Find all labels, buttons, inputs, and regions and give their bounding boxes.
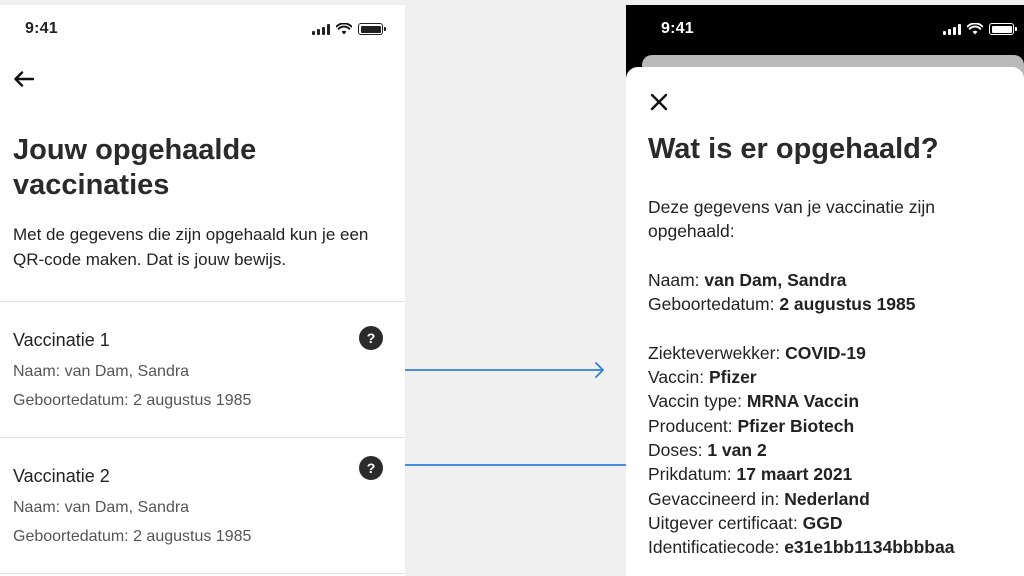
status-time: 9:41 [661, 20, 694, 37]
connector-arrow-icon [405, 362, 604, 378]
vaccinations-screen: 9:41 Jouw opgehaalde vaccinaties Met de … [0, 5, 405, 576]
wifi-icon [967, 23, 983, 35]
vaccination-birthdate: Geboortedatum: 2 augustus 1985 [13, 392, 252, 409]
help-icon[interactable]: ? [359, 326, 383, 350]
detail-doses: Doses: 1 van 2 [648, 439, 767, 460]
close-button[interactable] [646, 89, 672, 115]
detail-vaccine: Vaccin: Pfizer [648, 367, 757, 388]
vaccination-details: Deze gegevens van je vaccinatie zijn opg… [648, 195, 1018, 559]
vaccination-title: Vaccinatie 2 [13, 466, 110, 486]
battery-icon [358, 23, 386, 35]
status-bar: 9:41 [626, 5, 1024, 53]
status-icons [312, 23, 386, 35]
connector-line [405, 464, 626, 466]
status-icons [943, 23, 1017, 35]
vaccination-item-2[interactable]: Vaccinatie 2 Naam: van Dam, Sandra Geboo… [0, 438, 405, 573]
back-button[interactable] [12, 67, 36, 91]
vaccination-name: Naam: van Dam, Sandra [13, 363, 190, 380]
detail-vaccine-type: Vaccin type: MRNA Vaccin [648, 391, 860, 412]
back-arrow-icon [14, 71, 34, 87]
detail-country: Gevaccineerd in: Nederland [648, 488, 870, 509]
vaccination-title: Vaccinatie 1 [13, 330, 110, 350]
signal-icon [312, 23, 330, 35]
detail-id-code: Identificatiecode: e31e1bb1134bbbbaa [648, 537, 955, 558]
close-icon [650, 93, 668, 111]
vaccination-birthdate: Geboortedatum: 2 augustus 1985 [13, 528, 252, 545]
divider [0, 573, 405, 574]
details-screen: 9:41 Wat is er opgehaald? Deze gegevens … [626, 5, 1024, 576]
wifi-icon [336, 23, 352, 35]
details-intro: opgehaald: [648, 221, 735, 242]
vaccination-item-1[interactable]: Vaccinatie 1 Naam: van Dam, Sandra Geboo… [0, 302, 405, 437]
battery-icon [989, 23, 1017, 35]
status-bar: 9:41 [0, 5, 405, 53]
status-time: 9:41 [25, 20, 58, 37]
detail-issuer: Uitgever certificaat: GGD [648, 512, 843, 533]
page-title: Jouw opgehaalde vaccinaties [13, 134, 257, 201]
intro-text: Met de gegevens die zijn opgehaald kun j… [13, 225, 369, 269]
detail-name: Naam: van Dam, Sandra [648, 269, 847, 290]
details-intro: Deze gegevens van je vaccinatie zijn [648, 197, 935, 217]
detail-birthdate: Geboortedatum: 2 augustus 1985 [648, 294, 916, 315]
help-icon[interactable]: ? [359, 456, 383, 480]
sheet-title: Wat is er opgehaald? [648, 133, 939, 165]
signal-icon [943, 23, 961, 35]
detail-pathogen: Ziekteverwekker: COVID-19 [648, 342, 866, 363]
vaccination-name: Naam: van Dam, Sandra [13, 499, 190, 516]
detail-manufacturer: Producent: Pfizer Biotech [648, 415, 855, 436]
detail-date: Prikdatum: 17 maart 2021 [648, 464, 853, 485]
details-sheet: Wat is er opgehaald? Deze gegevens van j… [626, 67, 1024, 576]
